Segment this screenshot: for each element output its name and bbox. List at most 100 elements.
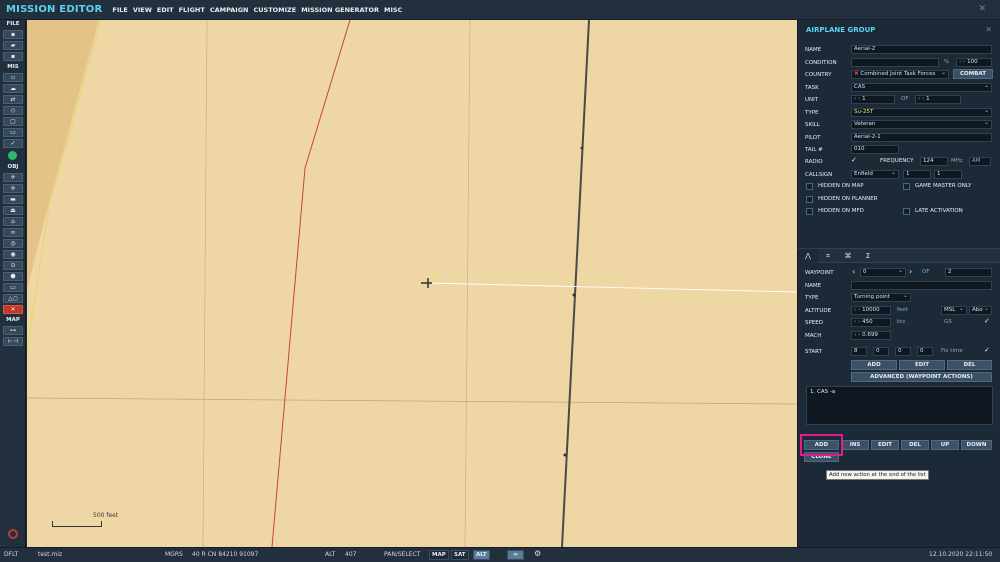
menu-view[interactable]: VIEW <box>133 6 152 14</box>
game-master-only-checkbox[interactable] <box>903 183 910 190</box>
shapes-icon[interactable]: △○ <box>3 294 23 303</box>
list-item[interactable]: 1. CAS -a <box>810 389 989 395</box>
ground-unit-icon[interactable]: ▬ <box>3 195 23 204</box>
speed-input[interactable]: ‹ › 450 <box>851 318 891 327</box>
status-coord-system[interactable]: MGRS <box>165 551 183 558</box>
waypoint-actions-list[interactable]: 1. CAS -a <box>806 386 993 425</box>
mach-input[interactable]: ‹ › 0.699 <box>851 331 891 340</box>
menu-flight[interactable]: FLIGHT <box>179 6 205 14</box>
map-view[interactable]: 500 feet <box>27 20 797 547</box>
gs-checkbox[interactable]: ✓ <box>984 318 990 325</box>
ruler-icon[interactable]: ⊢⊣ <box>3 337 23 346</box>
frequency-input[interactable]: 124 <box>920 157 948 166</box>
stepper-icon[interactable]: ‹ › <box>959 59 965 65</box>
action-down-button[interactable]: DOWN <box>961 440 992 450</box>
callsign-number-1-input[interactable]: 1 <box>903 170 931 179</box>
action-edit-button[interactable]: EDIT <box>871 440 899 450</box>
save-file-icon[interactable]: ▪ <box>3 52 23 61</box>
start-minute-input[interactable]: 0 <box>895 347 911 356</box>
late-activation-checkbox[interactable] <box>903 208 910 215</box>
weather-icon[interactable]: ☁ <box>3 84 23 93</box>
radio-checkbox[interactable]: ✓ <box>851 157 857 164</box>
ship-icon[interactable]: ⏏ <box>3 206 23 215</box>
callsign-select[interactable]: Enfield <box>851 170 899 179</box>
menu-file[interactable]: FILE <box>112 6 127 14</box>
action-del-button[interactable]: DEL <box>901 440 929 450</box>
mission-options-icon[interactable]: ▢ <box>3 117 23 126</box>
waypoint-edit-button[interactable]: EDIT <box>899 360 945 370</box>
menu-customize[interactable]: CUSTOMIZE <box>253 6 296 14</box>
helicopter-icon[interactable]: ✢ <box>3 184 23 193</box>
stepper-icon[interactable]: ‹ › <box>854 332 860 338</box>
skill-select[interactable]: Veteran <box>851 120 992 129</box>
panel-close-icon[interactable]: ✕ <box>985 25 992 34</box>
waypoint-prev-icon[interactable]: ‹ <box>852 267 855 276</box>
hidden-on-map-checkbox[interactable] <box>806 183 813 190</box>
menu-edit[interactable]: EDIT <box>157 6 174 14</box>
unit-number-input[interactable]: ‹ › 1 <box>851 95 895 104</box>
map-mode-button[interactable]: MAP <box>429 550 449 560</box>
airplane-group-icon[interactable] <box>421 273 437 289</box>
callsign-number-2-input[interactable]: 1 <box>934 170 962 179</box>
start-hour-input[interactable]: 0 <box>873 347 889 356</box>
waypoint-select[interactable]: 0 <box>860 268 906 277</box>
waypoint-add-button[interactable]: ADD <box>851 360 897 370</box>
open-file-icon[interactable]: ▰ <box>3 41 23 50</box>
map-toggle-icon[interactable]: ⇔ <box>507 550 524 560</box>
initial-point-icon[interactable]: ⬢ <box>3 272 23 281</box>
alt-mode-button[interactable]: ALT <box>473 550 490 560</box>
drawing-icon[interactable]: ▭ <box>3 283 23 292</box>
stepper-icon[interactable]: ‹ › <box>854 319 860 325</box>
bullseye-icon[interactable]: ⊙ <box>3 261 23 270</box>
altitude-ref2-select[interactable]: Abo <box>969 306 992 315</box>
menu-misc[interactable]: MISC <box>384 6 402 14</box>
task-select[interactable]: CAS <box>851 83 992 92</box>
fix-time-checkbox[interactable]: ✓ <box>984 347 990 354</box>
start-second-input[interactable]: 0 <box>917 347 933 356</box>
tab-payload-icon[interactable]: ⌘ <box>838 249 858 263</box>
start-day-input[interactable]: 8 <box>851 347 867 356</box>
menu-campaign[interactable]: CAMPAIGN <box>210 6 249 14</box>
stepper-icon[interactable]: ‹ › <box>854 96 860 102</box>
sat-mode-button[interactable]: SAT <box>451 550 469 560</box>
tail-number-input[interactable]: 010 <box>851 145 899 154</box>
nav-point-icon[interactable]: ◉ <box>3 250 23 259</box>
fly-mission-icon[interactable] <box>8 151 17 160</box>
tab-targets-icon[interactable]: ⌗ <box>818 249 838 263</box>
waypoint-next-icon[interactable]: › <box>909 267 912 276</box>
triggers-icon[interactable]: ⇄ <box>3 95 23 104</box>
tab-summary-icon[interactable]: Σ <box>858 249 878 263</box>
template-icon[interactable]: ∞ <box>3 228 23 237</box>
mission-briefing-icon[interactable]: ▫ <box>3 73 23 82</box>
settings-gear-icon[interactable]: ⚙ <box>534 549 541 558</box>
goals-icon[interactable]: ◇ <box>3 106 23 115</box>
hidden-on-mfd-checkbox[interactable] <box>806 208 813 215</box>
airplane-icon[interactable]: ✈ <box>3 173 23 182</box>
pilot-input[interactable]: Aerial-2-1 <box>851 133 992 142</box>
country-select[interactable]: ✖ Combined Joint Task Forces <box>851 70 949 79</box>
waypoint-type-select[interactable]: Turning point <box>851 293 911 302</box>
altitude-input[interactable]: ‹ › 10000 <box>851 306 891 315</box>
altitude-ref-select[interactable]: MSL <box>941 306 967 315</box>
check-icon[interactable]: ✓ <box>3 139 23 148</box>
new-file-icon[interactable]: ▪ <box>3 30 23 39</box>
combat-button[interactable]: COMBAT <box>953 69 993 79</box>
condition-slider[interactable] <box>851 58 939 67</box>
tab-route-icon[interactable]: ⋀ <box>798 249 818 263</box>
static-object-icon[interactable]: ⌂ <box>3 217 23 226</box>
window-close-icon[interactable]: ✕ <box>978 4 986 14</box>
delete-object-icon[interactable]: ✕ <box>3 305 23 314</box>
coalitions-icon[interactable]: ▭ <box>3 128 23 137</box>
waypoint-del-button[interactable]: DEL <box>947 360 992 370</box>
aircraft-type-select[interactable]: Su-25T <box>851 108 992 117</box>
map-options-icon[interactable]: ⊶ <box>3 326 23 335</box>
modulation-select[interactable]: AM <box>969 157 991 166</box>
advanced-waypoint-actions-button[interactable]: ADVANCED (WAYPOINT ACTIONS) <box>851 372 992 382</box>
stepper-icon[interactable]: ‹ › <box>918 96 924 102</box>
stepper-icon[interactable]: ‹ › <box>854 307 860 313</box>
menu-mission-generator[interactable]: MISSION GENERATOR <box>301 6 379 14</box>
action-ins-button[interactable]: INS <box>841 440 869 450</box>
waypoint-name-input[interactable] <box>851 281 992 290</box>
hidden-on-planner-checkbox[interactable] <box>806 196 813 203</box>
trigger-zone-icon[interactable]: ◎ <box>3 239 23 248</box>
